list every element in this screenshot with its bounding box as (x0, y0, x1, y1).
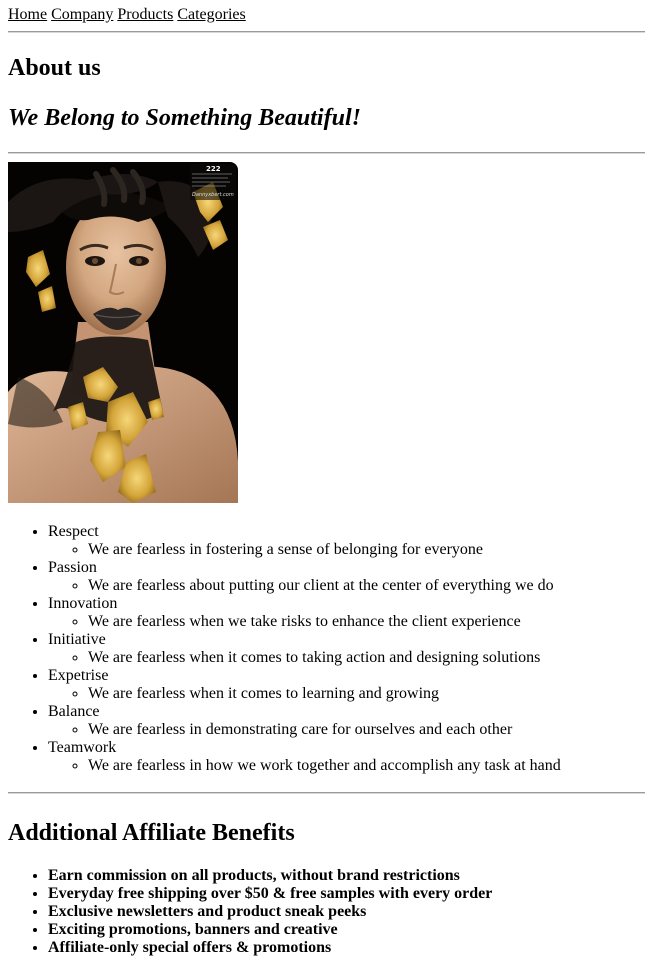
benefit-item: Exciting promotions, banners and creativ… (48, 921, 645, 939)
nav-link-categories[interactable]: Categories (177, 6, 245, 23)
value-description: We are fearless in fostering a sense of … (88, 541, 645, 559)
value-title: Initiative (48, 631, 106, 648)
benefit-item: Exclusive newsletters and product sneak … (48, 903, 645, 921)
benefit-item: Affiliate-only special offers & promotio… (48, 939, 645, 957)
value-description: We are fearless in demonstrating care fo… (88, 721, 645, 739)
divider (8, 31, 645, 33)
benefits-list: Earn commission on all products, without… (8, 867, 645, 957)
nav-link-company[interactable]: Company (51, 6, 113, 23)
value-description: We are fearless when it comes to learnin… (88, 685, 645, 703)
benefit-item: Earn commission on all products, without… (48, 867, 645, 885)
top-nav: Home Company Products Categories (8, 6, 645, 26)
value-item-innovation: Innovation We are fearless when we take … (48, 595, 645, 631)
value-title: Teamwork (48, 739, 117, 756)
value-title: Balance (48, 703, 100, 720)
benefit-item: Everyday free shipping over $50 & free s… (48, 885, 645, 903)
value-description: We are fearless when we take risks to en… (88, 613, 645, 631)
value-description: We are fearless in how we work together … (88, 757, 645, 775)
model-photo: 222 Dannyxbert.com (8, 162, 238, 503)
page: Home Company Products Categories About u… (0, 0, 653, 967)
value-description: We are fearless when it comes to taking … (88, 649, 645, 667)
benefits-heading: Additional Affiliate Benefits (8, 820, 295, 846)
value-item-passion: Passion We are fearless about putting ou… (48, 559, 645, 595)
photo-overlay-number: 222 (206, 165, 221, 173)
value-description: We are fearless about putting our client… (88, 577, 645, 595)
divider (8, 792, 645, 794)
nav-link-home[interactable]: Home (8, 6, 47, 23)
tagline: We Belong to Something Beautiful! (8, 105, 361, 131)
value-title: Expetrise (48, 667, 109, 684)
value-item-expertise: Expetrise We are fearless when it comes … (48, 667, 645, 703)
value-title: Respect (48, 523, 99, 540)
nav-link-products[interactable]: Products (117, 6, 173, 23)
value-item-teamwork: Teamwork We are fearless in how we work … (48, 739, 645, 775)
value-item-respect: Respect We are fearless in fostering a s… (48, 523, 645, 559)
value-item-balance: Balance We are fearless in demonstrating… (48, 703, 645, 739)
about-heading: About us (8, 55, 101, 81)
values-list: Respect We are fearless in fostering a s… (8, 523, 645, 775)
value-item-initiative: Initiative We are fearless when it comes… (48, 631, 645, 667)
value-title: Passion (48, 559, 97, 576)
divider (8, 152, 645, 154)
photo-overlay-credit: Dannyxbert.com (192, 192, 234, 198)
value-title: Innovation (48, 595, 118, 612)
